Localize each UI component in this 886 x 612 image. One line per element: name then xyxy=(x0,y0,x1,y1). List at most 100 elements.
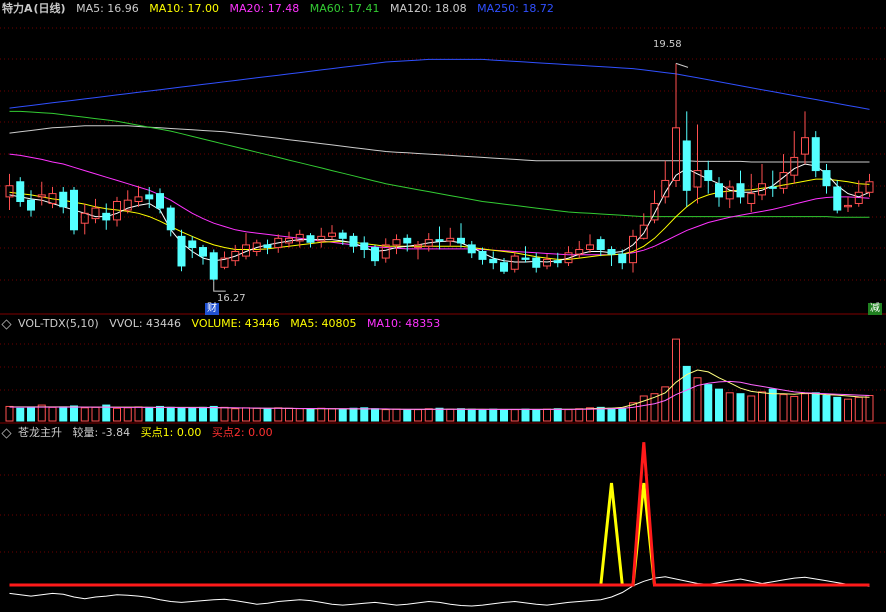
volume-bar-up xyxy=(231,408,240,422)
candle-down xyxy=(306,235,315,243)
candle-up xyxy=(844,204,852,208)
indicator-legend: 苍龙主升 较量: -3.84 买点1: 0.00 买点2: 0.00 xyxy=(1,426,280,440)
finance-badge[interactable]: 财 xyxy=(205,303,219,315)
volume-bar-down xyxy=(59,406,68,422)
volume-bar-up xyxy=(48,406,57,422)
candle-down xyxy=(16,181,25,202)
candle-down xyxy=(768,186,777,189)
ma250-label: MA250: 18.72 xyxy=(477,2,554,15)
pane-menu-icon[interactable] xyxy=(1,318,12,330)
volume-bar-up xyxy=(134,406,143,422)
candle-down xyxy=(618,253,627,264)
volume-bar-down xyxy=(338,408,347,422)
volume-bar-up xyxy=(414,409,422,422)
candle-down xyxy=(811,137,820,172)
volume-bar-down xyxy=(403,409,412,422)
volume-label: VOLUME: 43446 xyxy=(191,317,280,330)
ma10-label: MA10: 17.00 xyxy=(149,2,220,15)
candle-down xyxy=(435,239,444,242)
candle-down xyxy=(70,189,78,231)
candle-down xyxy=(607,249,616,255)
ma120-label: MA120: 18.08 xyxy=(389,2,467,15)
volume-bar-up xyxy=(586,407,594,422)
volume-bar-down xyxy=(478,409,487,422)
low-pointer xyxy=(213,281,226,292)
volume-bar-down xyxy=(607,407,616,422)
candle-down xyxy=(403,237,412,244)
buy1-label: 买点1: 0.00 xyxy=(140,426,202,439)
volume-bar-up xyxy=(446,408,455,422)
volume-bar-down xyxy=(833,396,842,422)
volume-bar-up xyxy=(392,408,401,422)
volume-bar-up xyxy=(113,407,121,422)
high-pointer xyxy=(675,62,689,68)
candle-down xyxy=(371,247,379,262)
volume-bar-down xyxy=(145,406,154,422)
candle-down xyxy=(596,239,605,251)
candle-down xyxy=(833,186,842,211)
volume-bar-down xyxy=(704,384,713,422)
volume-bar-up xyxy=(693,377,702,422)
volume-bar-down xyxy=(553,408,562,422)
volume-bar-up xyxy=(801,393,809,422)
volume-legend: VOL-TDX(5,10) VVOL: 43446 VOLUME: 43446 … xyxy=(1,317,447,331)
volume-bar-up xyxy=(725,392,734,422)
ma60-label: MA60: 17.41 xyxy=(309,2,380,15)
vol-ma10-label: MA10: 48353 xyxy=(367,317,441,330)
volume-bar-up xyxy=(424,408,433,422)
volume-bar-down xyxy=(457,408,465,422)
volume-bar-up xyxy=(328,408,336,422)
candle-down xyxy=(59,191,68,208)
main-legend: 特力A(日线) MA5: 16.96 MA10: 17.00 MA20: 17.… xyxy=(2,2,561,16)
volume-bar-up xyxy=(543,408,551,422)
volume-bar-up xyxy=(274,407,283,422)
candle-up xyxy=(629,235,637,264)
candle-down xyxy=(682,140,691,191)
candle-down xyxy=(338,232,347,239)
volume-bar-down xyxy=(27,406,35,422)
volume-bar-up xyxy=(510,409,519,422)
candle-down xyxy=(145,194,154,200)
ma20-label: MA20: 17.48 xyxy=(229,2,300,15)
pane-menu-icon[interactable] xyxy=(1,427,12,439)
volume-bar-down xyxy=(435,407,444,422)
candle-down xyxy=(177,235,186,267)
candle-down xyxy=(704,170,713,181)
volume-bar-down xyxy=(489,408,498,422)
volume-bar-down xyxy=(360,407,369,422)
volume-bar-down xyxy=(715,388,723,422)
candle-down xyxy=(209,252,218,280)
high-price-marker: 19.58 xyxy=(653,39,682,50)
volume-bar-down xyxy=(199,406,207,422)
volume-bar-up xyxy=(381,409,390,422)
candle-down xyxy=(822,170,831,187)
stock-chart[interactable] xyxy=(0,0,886,612)
volume-bar-down xyxy=(263,408,272,422)
volume-bar-up xyxy=(317,407,326,422)
candle-down xyxy=(349,235,358,247)
vvol-label: VVOL: 43446 xyxy=(109,317,182,330)
volume-bar-down xyxy=(156,405,164,422)
volume-bar-up xyxy=(747,395,756,422)
candle-down xyxy=(156,193,164,209)
volume-bar-up xyxy=(790,395,799,422)
candle-down xyxy=(27,199,35,211)
volume-bar-down xyxy=(500,409,508,422)
volume-bar-down xyxy=(532,409,541,422)
volume-bar-down xyxy=(349,407,358,422)
reduce-badge[interactable]: 减 xyxy=(868,303,882,315)
jl-line xyxy=(9,576,870,607)
candle-down xyxy=(360,242,369,251)
volume-bar-down xyxy=(166,406,175,422)
candle-down xyxy=(489,258,498,264)
volume-indicator-name: VOL-TDX(5,10) xyxy=(18,317,99,330)
volume-bar-down xyxy=(467,408,476,422)
volume-bar-up xyxy=(5,405,14,422)
candle-down xyxy=(521,257,530,260)
candle-up xyxy=(446,237,455,242)
buy2-label: 买点2: 0.00 xyxy=(211,426,273,439)
volume-bar-down xyxy=(209,405,218,422)
volume-bar-up xyxy=(91,406,100,422)
volume-bar-up xyxy=(80,407,89,422)
stock-name: 特力A xyxy=(2,2,33,15)
